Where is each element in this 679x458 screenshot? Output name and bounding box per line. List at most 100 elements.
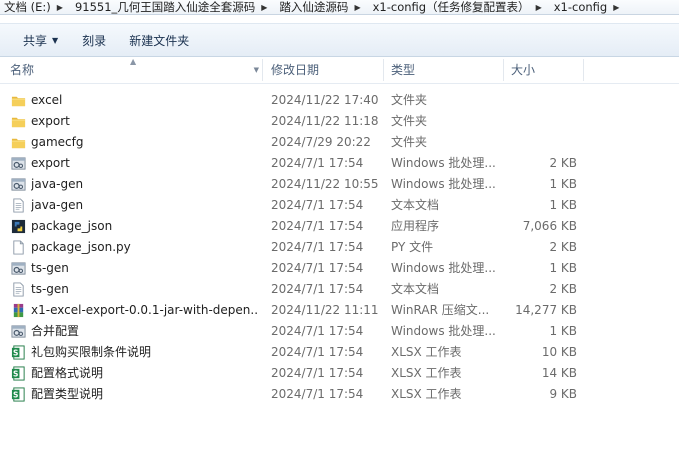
file-modified-date: 2024/7/1 17:54 bbox=[271, 261, 364, 275]
file-name: 配置类型说明 bbox=[31, 387, 104, 401]
file-row[interactable]: x1-excel-export-0.0.1-jar-with-depen... 2… bbox=[0, 300, 679, 321]
file-size: 10 KB bbox=[541, 345, 577, 359]
file-modified-date: 2024/7/1 17:54 bbox=[271, 156, 364, 170]
file-row[interactable]: package_json.py 2024/7/1 17:54 PY 文件 2 KB bbox=[0, 237, 679, 258]
breadcrumb-item[interactable]: 91551_几何王国踏入仙途全套源码 ▶ bbox=[69, 0, 274, 14]
breadcrumb-label: 91551_几何王国踏入仙途全套源码 bbox=[74, 0, 256, 14]
breadcrumb-arrow-icon[interactable]: ▶ bbox=[261, 3, 273, 12]
xlsx-file-icon: S bbox=[11, 387, 26, 402]
file-type: Windows 批处理... bbox=[391, 324, 496, 338]
column-header: 名称 ▲ ▼ 修改日期 类型 大小 bbox=[0, 57, 679, 84]
breadcrumb: 文档 (E:) ▶ 91551_几何王国踏入仙途全套源码 ▶ 踏入仙途源码 ▶ … bbox=[0, 0, 679, 15]
file-type: 文件夹 bbox=[391, 135, 428, 149]
file-type: XLSX 工作表 bbox=[391, 387, 462, 401]
column-header-name[interactable]: 名称 ▲ ▼ bbox=[0, 57, 263, 83]
file-type: Windows 批处理... bbox=[391, 156, 496, 170]
file-modified-date: 2024/7/1 17:54 bbox=[271, 282, 364, 296]
command-bar: 共享 ▼ 刻录 新建文件夹 bbox=[0, 23, 679, 57]
file-name: export bbox=[31, 156, 70, 170]
new-folder-label: 新建文件夹 bbox=[129, 33, 190, 48]
breadcrumb-item[interactable]: x1-config（任务修复配置表） ▶ bbox=[367, 0, 548, 14]
file-row[interactable]: java-gen 2024/11/22 10:55 Windows 批处理... 1 … bbox=[0, 174, 679, 195]
file-name: x1-excel-export-0.0.1-jar-with-depen... bbox=[31, 303, 257, 317]
file-name: java-gen bbox=[31, 177, 84, 191]
column-header-date[interactable]: 修改日期 bbox=[263, 57, 384, 83]
breadcrumb-item[interactable]: 文档 (E:) ▶ bbox=[0, 0, 69, 14]
column-type-label: 类型 bbox=[391, 63, 416, 77]
file-row[interactable]: package_json 2024/7/1 17:54 应用程序 7,066 KB bbox=[0, 216, 679, 237]
burn-label: 刻录 bbox=[82, 33, 107, 48]
breadcrumb-item[interactable]: x1-config ▶ bbox=[548, 0, 626, 14]
blank-file-icon bbox=[11, 240, 26, 255]
burn-button[interactable]: 刻录 bbox=[72, 28, 116, 52]
file-modified-date: 2024/11/22 11:11 bbox=[271, 303, 379, 317]
sort-ascending-icon: ▲ bbox=[130, 57, 137, 66]
file-size: 1 KB bbox=[549, 324, 577, 338]
breadcrumb-label: x1-config bbox=[553, 0, 608, 14]
file-type: Windows 批处理... bbox=[391, 177, 496, 191]
breadcrumb-arrow-icon[interactable]: ▶ bbox=[57, 3, 69, 12]
breadcrumb-label: 文档 (E:) bbox=[4, 0, 51, 14]
breadcrumb-arrow-icon[interactable]: ▶ bbox=[613, 3, 625, 12]
column-divider[interactable] bbox=[583, 59, 584, 81]
file-row[interactable]: export 2024/11/22 11:18 文件夹 bbox=[0, 111, 679, 132]
file-row[interactable]: 合并配置 2024/7/1 17:54 Windows 批处理... 1 KB bbox=[0, 321, 679, 342]
share-button[interactable]: 共享 ▼ bbox=[13, 28, 68, 52]
folder-icon bbox=[11, 93, 26, 108]
file-modified-date: 2024/7/1 17:54 bbox=[271, 324, 364, 338]
file-name: export bbox=[31, 114, 70, 128]
python-exe-icon bbox=[11, 219, 26, 234]
file-type: 文本文档 bbox=[391, 198, 440, 212]
batch-file-icon bbox=[11, 261, 26, 276]
file-name: 配置格式说明 bbox=[31, 366, 104, 380]
file-row[interactable]: ts-gen 2024/7/1 17:54 文本文档 2 KB bbox=[0, 279, 679, 300]
file-row[interactable]: ts-gen 2024/7/1 17:54 Windows 批处理... 1 KB bbox=[0, 258, 679, 279]
file-modified-date: 2024/7/1 17:54 bbox=[271, 387, 364, 401]
file-row[interactable]: S 配置类型说明 2024/7/1 17:54 XLSX 工作表 9 KB bbox=[0, 384, 679, 405]
file-name: gamecfg bbox=[31, 135, 84, 149]
batch-file-icon bbox=[11, 177, 26, 192]
file-modified-date: 2024/11/22 11:18 bbox=[271, 114, 379, 128]
batch-file-icon bbox=[11, 324, 26, 339]
file-list: excel 2024/11/22 17:40 文件夹 export 2024/11/22… bbox=[0, 90, 679, 405]
file-size: 1 KB bbox=[549, 261, 577, 275]
chevron-down-icon[interactable]: ▼ bbox=[254, 57, 259, 83]
svg-text:S: S bbox=[13, 390, 18, 399]
file-size: 2 KB bbox=[549, 282, 577, 296]
folder-icon bbox=[11, 114, 26, 129]
batch-file-icon bbox=[11, 156, 26, 171]
file-row[interactable]: S 配置格式说明 2024/7/1 17:54 XLSX 工作表 14 KB bbox=[0, 363, 679, 384]
breadcrumb-label: 踏入仙途源码 bbox=[279, 0, 349, 14]
winrar-archive-icon bbox=[11, 303, 26, 318]
file-row[interactable]: S 礼包购买限制条件说明 2024/7/1 17:54 XLSX 工作表 10 KB bbox=[0, 342, 679, 363]
chevron-down-icon: ▼ bbox=[52, 35, 59, 45]
breadcrumb-label: x1-config（任务修复配置表） bbox=[372, 0, 530, 14]
breadcrumb-arrow-icon[interactable]: ▶ bbox=[536, 3, 548, 12]
file-modified-date: 2024/11/22 10:55 bbox=[271, 177, 379, 191]
file-size: 7,066 KB bbox=[522, 219, 577, 233]
file-size: 1 KB bbox=[549, 177, 577, 191]
text-file-icon bbox=[11, 198, 26, 213]
file-name: ts-gen bbox=[31, 282, 69, 296]
column-header-size[interactable]: 大小 bbox=[504, 57, 584, 83]
file-size: 1 KB bbox=[549, 198, 577, 212]
column-size-label: 大小 bbox=[511, 63, 536, 77]
column-header-type[interactable]: 类型 bbox=[384, 57, 504, 83]
file-type: PY 文件 bbox=[391, 240, 434, 254]
breadcrumb-item[interactable]: 踏入仙途源码 ▶ bbox=[273, 0, 366, 14]
breadcrumb-arrow-icon[interactable]: ▶ bbox=[354, 3, 366, 12]
file-row[interactable]: export 2024/7/1 17:54 Windows 批处理... 2 KB bbox=[0, 153, 679, 174]
column-name-label: 名称 bbox=[10, 63, 35, 77]
svg-text:S: S bbox=[13, 348, 18, 357]
share-label: 共享 bbox=[23, 33, 48, 48]
file-type: 文件夹 bbox=[391, 114, 428, 128]
file-row[interactable]: gamecfg 2024/7/29 20:22 文件夹 bbox=[0, 132, 679, 153]
file-row[interactable]: excel 2024/11/22 17:40 文件夹 bbox=[0, 90, 679, 111]
text-file-icon bbox=[11, 282, 26, 297]
file-size: 2 KB bbox=[549, 240, 577, 254]
file-row[interactable]: java-gen 2024/7/1 17:54 文本文档 1 KB bbox=[0, 195, 679, 216]
file-type: WinRAR 压缩文... bbox=[391, 303, 490, 317]
file-type: 文本文档 bbox=[391, 282, 440, 296]
file-name: package_json bbox=[31, 219, 113, 233]
file-modified-date: 2024/7/1 17:54 bbox=[271, 240, 364, 254]
